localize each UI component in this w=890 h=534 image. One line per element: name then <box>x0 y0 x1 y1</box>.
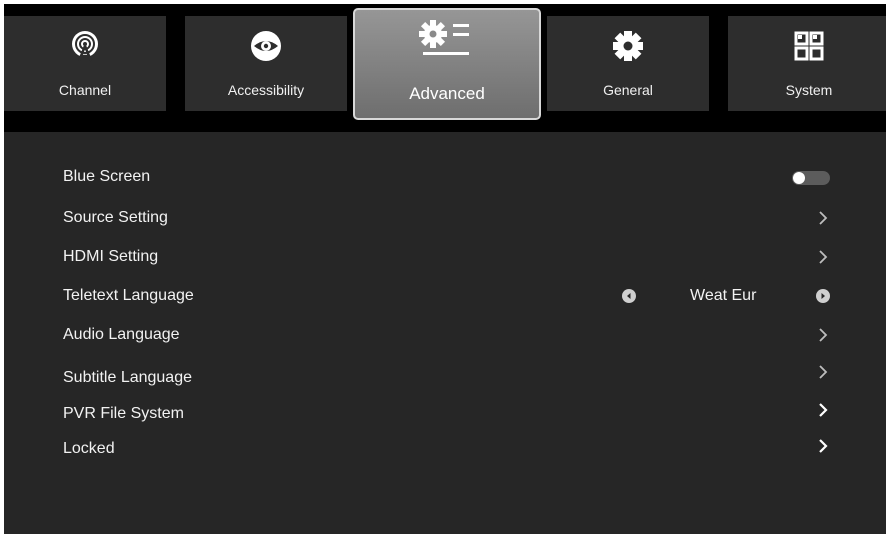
arrow-left-icon <box>627 293 631 299</box>
setting-label: Locked <box>63 440 115 457</box>
setting-label: Blue Screen <box>63 168 151 185</box>
next-option-button[interactable] <box>816 289 830 303</box>
tab-system[interactable]: System <box>728 16 886 111</box>
tab-label: General <box>603 82 653 98</box>
chevron-right-icon <box>819 211 828 225</box>
settings-screen: Channel Accessibility Advanced General S… <box>4 4 886 534</box>
setting-label: Teletext Language <box>63 287 194 304</box>
category-tab-bar: Channel Accessibility Advanced General S… <box>4 4 886 132</box>
chevron-right-icon <box>819 328 828 342</box>
setting-pvr-file-system[interactable]: PVR File System <box>4 399 886 429</box>
eye-icon <box>250 30 282 62</box>
setting-label: Subtitle Language <box>63 369 192 386</box>
setting-label: Source Setting <box>63 209 168 226</box>
toggle-knob <box>793 172 805 184</box>
setting-label: HDMI Setting <box>63 248 159 265</box>
chevron-right-icon <box>819 365 828 379</box>
antenna-icon <box>69 30 101 62</box>
setting-blue-screen[interactable]: Blue Screen <box>4 162 886 192</box>
blue-screen-toggle[interactable] <box>792 171 830 185</box>
previous-option-button[interactable] <box>622 289 636 303</box>
setting-hdmi-setting[interactable]: HDMI Setting <box>4 242 886 272</box>
tab-label: Channel <box>58 82 112 98</box>
tab-general[interactable]: General <box>547 16 709 111</box>
tab-channel[interactable]: Channel <box>4 16 166 111</box>
setting-teletext-language[interactable]: Teletext Language Weat Eur <box>4 281 886 311</box>
setting-audio-language[interactable]: Audio Language <box>4 320 886 350</box>
chevron-right-icon <box>819 403 828 417</box>
gear-icon <box>612 30 644 62</box>
chevron-right-icon <box>819 439 828 453</box>
teletext-language-value: Weat Eur <box>690 287 757 304</box>
chevron-right-icon <box>819 250 828 264</box>
tab-accessibility[interactable]: Accessibility <box>185 16 347 111</box>
arrow-right-icon <box>821 293 825 299</box>
gear-list-icon <box>419 18 475 62</box>
setting-label: Audio Language <box>63 326 180 343</box>
tab-label: System <box>785 82 833 98</box>
tab-label: Accessibility <box>227 82 305 98</box>
tab-advanced[interactable]: Advanced <box>353 8 541 120</box>
tab-label: Advanced <box>409 84 485 103</box>
windows-icon <box>793 30 825 62</box>
setting-locked[interactable]: Locked <box>4 434 886 464</box>
setting-source-setting[interactable]: Source Setting <box>4 203 886 233</box>
setting-subtitle-language[interactable]: Subtitle Language <box>4 363 886 393</box>
setting-label: PVR File System <box>63 405 184 422</box>
